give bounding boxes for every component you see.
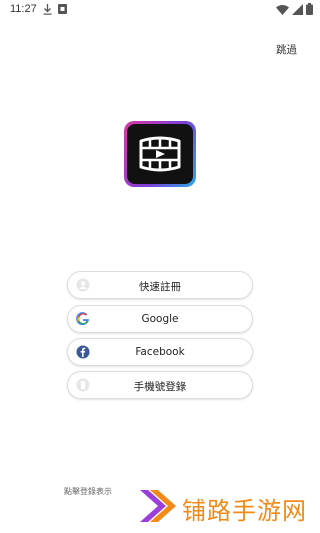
wifi-icon [276,5,289,15]
watermark-text: 铺路手游网 [182,497,307,525]
phone-login-label: 手機號登錄 [133,381,187,393]
status-bar: 11:27 [0,0,320,22]
app-logo [124,121,196,187]
google-login-label: Google [141,313,179,325]
battery-icon [306,3,313,15]
download-icon [43,4,52,15]
quick-register-label: 快速註冊 [139,281,181,293]
watermark: 铺路手游网 [132,484,320,528]
signal-icon [292,4,303,15]
film-play-icon [139,136,181,172]
google-login-button[interactable]: Google [67,305,253,333]
status-time: 11:27 [10,3,37,15]
skip-button[interactable]: 跳過 [276,42,297,57]
watermark-arrow-icon [140,490,176,522]
app-logo-icon [127,124,193,184]
phone-login-button[interactable]: 手機號登錄 [67,371,253,399]
facebook-login-label: Facebook [135,346,185,358]
app-notification-icon [58,4,67,14]
quick-register-button[interactable]: 快速註冊 [67,271,253,299]
terms-text: 點擊登錄表示 [64,487,112,496]
facebook-login-button[interactable]: Facebook [67,338,253,366]
